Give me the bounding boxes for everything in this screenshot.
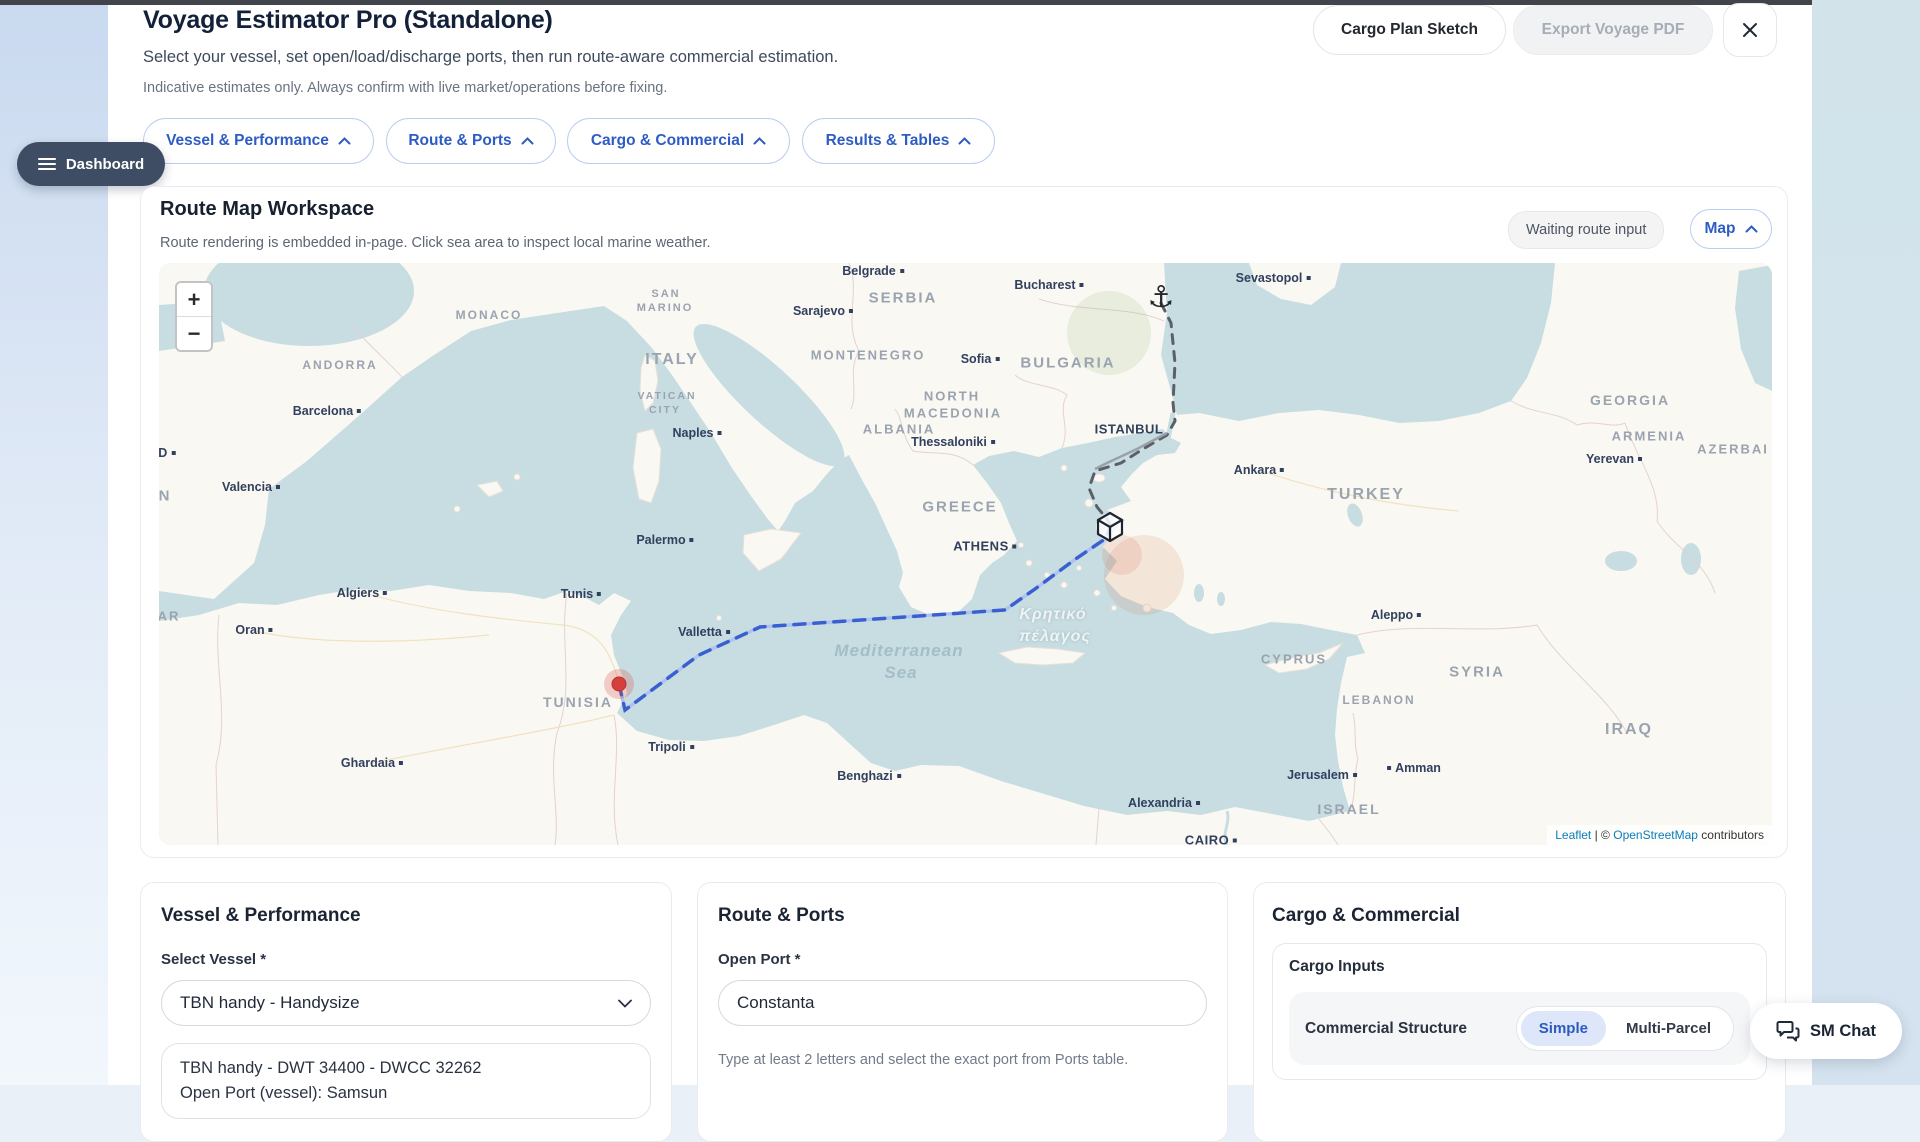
vessel-select-value: TBN handy - Handysize (180, 993, 360, 1013)
toggle-results-tables[interactable]: Results & Tables (802, 118, 995, 164)
toggle-vessel-performance[interactable]: Vessel & Performance (143, 118, 374, 164)
toggle-label: Cargo & Commercial (591, 132, 744, 150)
close-button[interactable] (1723, 3, 1777, 57)
page-disclaimer: Indicative estimates only. Always confir… (143, 80, 667, 96)
open-port-anchor-icon[interactable]: ⚓ (1148, 280, 1175, 315)
chevron-up-icon (521, 137, 534, 145)
right-background-band (1812, 0, 1920, 1085)
structure-option-simple[interactable]: Simple (1521, 1011, 1606, 1046)
page-title: Voyage Estimator Pro (Standalone) (143, 6, 553, 35)
attribution-separator: | © (1595, 828, 1610, 842)
chat-icon (1776, 1020, 1800, 1042)
map-toggle-label: Map (1705, 220, 1736, 238)
chevron-up-icon (338, 137, 351, 145)
structure-option-multi-parcel[interactable]: Multi-Parcel (1608, 1011, 1729, 1046)
zoom-out-button[interactable]: − (177, 316, 211, 350)
toggle-cargo-commercial[interactable]: Cargo & Commercial (567, 118, 790, 164)
route-ports-panel: Route & Ports Open Port * Type at least … (697, 882, 1228, 1142)
sm-chat-button[interactable]: SM Chat (1750, 1003, 1902, 1059)
toggle-label: Vessel & Performance (166, 132, 329, 150)
leaflet-link[interactable]: Leaflet (1555, 828, 1591, 842)
commercial-structure-segmented: Simple Multi-Parcel (1516, 1006, 1734, 1051)
toggle-label: Route & Ports (408, 132, 511, 150)
map-card-subtitle: Route rendering is embedded in-page. Cli… (160, 235, 711, 251)
dashboard-label: Dashboard (66, 156, 144, 173)
open-port-input[interactable] (718, 980, 1207, 1026)
openstreetmap-link[interactable]: OpenStreetMap (1613, 828, 1698, 842)
chevron-up-icon (753, 137, 766, 145)
toggle-route-ports[interactable]: Route & Ports (386, 118, 556, 164)
vessel-performance-panel: Vessel & Performance Select Vessel * TBN… (140, 882, 672, 1142)
route-map-canvas: ⚓ (159, 263, 1772, 845)
panel-title: Vessel & Performance (161, 905, 651, 927)
cargo-plan-sketch-button[interactable]: Cargo Plan Sketch (1313, 5, 1506, 55)
zoom-in-button[interactable]: + (177, 283, 211, 316)
vessel-select[interactable]: TBN handy - Handysize (161, 980, 651, 1026)
close-icon (1740, 20, 1760, 40)
discharge-port-marker[interactable] (1096, 513, 1124, 541)
sm-chat-label: SM Chat (1810, 1022, 1876, 1041)
map-card-title: Route Map Workspace (160, 198, 374, 221)
chevron-up-icon (958, 137, 971, 145)
route-map[interactable]: ⚓ MONACOSANMARINOANDORRAITALYVATICANCITY… (159, 263, 1772, 845)
page-subtitle: Select your vessel, set open/load/discha… (143, 48, 838, 67)
chevron-up-icon (1745, 225, 1758, 233)
panel-title: Cargo & Commercial (1272, 905, 1767, 927)
attribution-suffix: contributors (1701, 828, 1764, 842)
map-zoom-control: + − (175, 281, 213, 352)
cargo-commercial-panel: Cargo & Commercial Cargo Inputs Commerci… (1253, 882, 1786, 1142)
route-status-badge: Waiting route input (1508, 211, 1664, 249)
open-port-helper: Type at least 2 letters and select the e… (718, 1052, 1207, 1068)
vessel-info-line1: TBN handy - DWT 34400 - DWCC 32262 (180, 1056, 632, 1081)
map-attribution: Leaflet | © OpenStreetMap contributors (1547, 825, 1772, 845)
map-toggle-button[interactable]: Map (1690, 209, 1772, 249)
chevron-down-icon (618, 999, 632, 1008)
commercial-structure-row: Commercial Structure Simple Multi-Parcel (1289, 992, 1750, 1065)
cargo-inputs-card: Cargo Inputs Commercial Structure Simple… (1272, 943, 1767, 1080)
select-vessel-label: Select Vessel * (161, 951, 651, 968)
dashboard-button[interactable]: Dashboard (17, 142, 165, 186)
toggle-label: Results & Tables (826, 132, 950, 150)
export-voyage-pdf-button[interactable]: Export Voyage PDF (1513, 5, 1713, 55)
cargo-inputs-title: Cargo Inputs (1289, 958, 1750, 976)
load-port-marker[interactable] (604, 669, 634, 699)
open-port-label: Open Port * (718, 951, 1207, 968)
commercial-structure-label: Commercial Structure (1305, 1020, 1467, 1038)
menu-icon (38, 157, 56, 171)
panel-title: Route & Ports (718, 905, 1207, 927)
vessel-info-box: TBN handy - DWT 34400 - DWCC 32262 Open … (161, 1043, 651, 1119)
